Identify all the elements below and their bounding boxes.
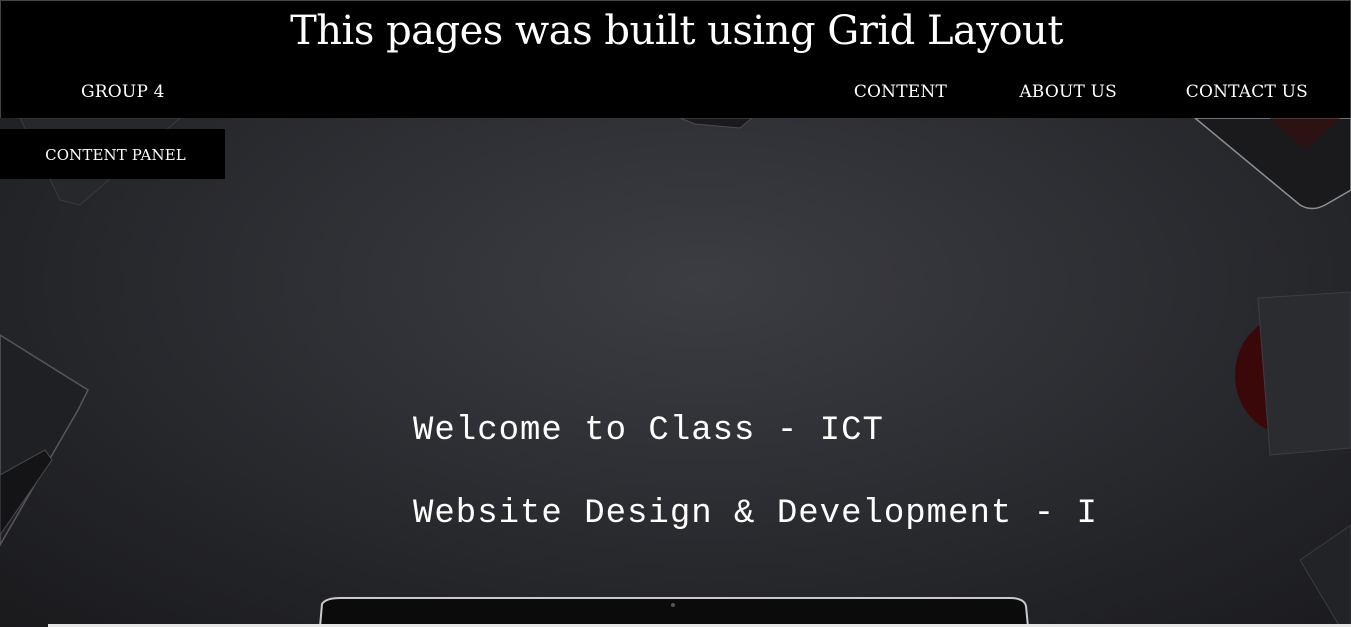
page: This pages was built using Grid Layout G…	[0, 0, 1351, 627]
nav-item-contact-us[interactable]: CONTACT US	[1186, 81, 1308, 103]
tablet-shape	[1192, 117, 1351, 210]
hero-course-heading: Website Design & Development - I	[413, 495, 1098, 533]
card-shape	[1257, 291, 1351, 456]
site-header: This pages was built using Grid Layout G…	[0, 0, 1351, 118]
laptop-camera-shape	[671, 603, 675, 607]
nav-item-about-us[interactable]: ABOUT US	[1019, 81, 1117, 103]
corner-item-shape	[1299, 524, 1351, 627]
laptop-shape	[318, 597, 1030, 627]
nav-item-content[interactable]: CONTENT	[854, 81, 947, 103]
site-title: This pages was built using Grid Layout	[290, 8, 1063, 54]
hero-welcome-heading: Welcome to Class - ICT	[413, 412, 884, 450]
pen-shape	[679, 117, 754, 129]
content-panel-button[interactable]: CONTENT PANEL	[0, 129, 225, 179]
brand-link[interactable]: GROUP 4	[81, 81, 165, 103]
